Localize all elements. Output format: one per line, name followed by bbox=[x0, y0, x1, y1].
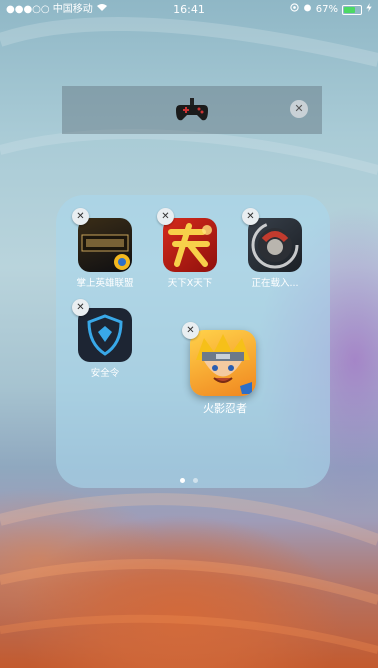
delete-badge-loading[interactable]: ✕ bbox=[242, 208, 259, 225]
app-label: 天下X天下 bbox=[167, 278, 213, 289]
battery-fill bbox=[344, 7, 355, 13]
battery-percent: 67% bbox=[315, 4, 338, 15]
status-right: 67% bbox=[290, 0, 372, 20]
status-bar: ●●●○○ 中国移动 16:41 67% bbox=[0, 0, 378, 20]
app-label: 掌上英雄联盟 bbox=[76, 278, 134, 289]
page-dot-2[interactable] bbox=[193, 478, 198, 483]
app-label: 安全令 bbox=[90, 368, 120, 379]
delete-badge-lol[interactable]: ✕ bbox=[72, 208, 89, 225]
location-icon bbox=[290, 0, 299, 20]
battery-icon bbox=[342, 5, 362, 15]
loading-app-icon bbox=[248, 218, 302, 272]
app-label: 火影忍者 bbox=[203, 402, 247, 415]
drag-bar-close-button[interactable]: ✕ bbox=[290, 100, 308, 118]
charging-icon bbox=[366, 0, 372, 20]
alarm-icon bbox=[303, 0, 312, 20]
lol-icon bbox=[78, 218, 132, 272]
tianxia-icon bbox=[163, 218, 217, 272]
app-label: 正在载入... bbox=[251, 278, 299, 289]
naruto-icon bbox=[190, 330, 256, 396]
delete-badge-tianxia[interactable]: ✕ bbox=[157, 208, 174, 225]
floating-drag-bar[interactable]: ✕ bbox=[62, 86, 322, 134]
delete-badge-anquanling[interactable]: ✕ bbox=[72, 299, 89, 316]
gamepad-icon bbox=[176, 98, 208, 122]
delete-badge-naruto[interactable]: ✕ bbox=[182, 322, 199, 339]
page-dot-1[interactable] bbox=[180, 478, 185, 483]
page-indicator[interactable] bbox=[180, 478, 198, 483]
shield-icon bbox=[78, 308, 132, 362]
app-folder: 掌上英雄联盟 天下X天下 正在载入... 安全令 火影忍者 ✕ ✕ ✕ ✕ ✕ bbox=[56, 195, 330, 488]
